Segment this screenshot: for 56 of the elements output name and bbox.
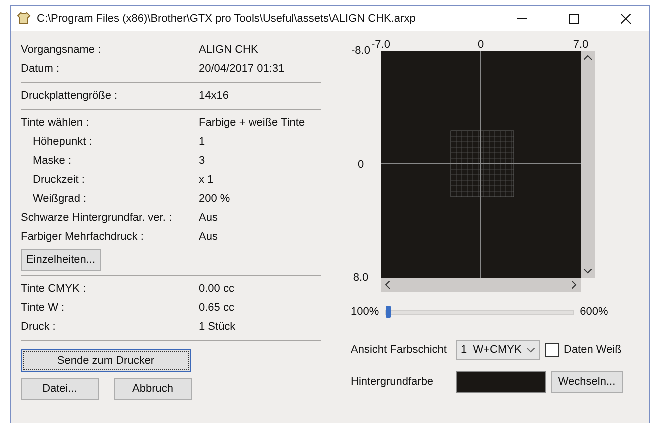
field-label: Farbiger Mehrfachdruck : bbox=[21, 230, 145, 242]
field-label: Tinte W : bbox=[21, 302, 66, 314]
field-label: Vorgangsname : bbox=[21, 44, 102, 56]
field-label: Druck : bbox=[21, 320, 57, 332]
axis-label: 7.0 bbox=[572, 39, 590, 51]
axis-label: 0 bbox=[356, 158, 366, 170]
vertical-scrollbar[interactable] bbox=[581, 51, 595, 278]
layer-dropdown[interactable]: 1 W+CMYK bbox=[456, 340, 540, 360]
checkbox[interactable] bbox=[545, 343, 559, 357]
send-to-printer-button[interactable]: Sende zum Drucker bbox=[21, 349, 191, 372]
field-value: Aus bbox=[199, 230, 219, 242]
details-button[interactable]: Einzelheiten... bbox=[21, 249, 101, 271]
field-value: 0.65 cc bbox=[199, 302, 236, 314]
field-label: Tinte wählen : bbox=[21, 116, 90, 128]
change-button[interactable]: Wechseln... bbox=[551, 371, 623, 393]
field-value: 1 bbox=[199, 136, 206, 148]
field-value: 14x16 bbox=[199, 90, 230, 102]
axis-label: -8.0 bbox=[350, 45, 372, 57]
field-label: Tinte CMYK : bbox=[21, 282, 87, 294]
slider-thumb[interactable] bbox=[386, 306, 392, 318]
field-label: Druckzeit : bbox=[33, 174, 86, 186]
field-label: Maske : bbox=[33, 154, 73, 166]
axis-label: -7.0 bbox=[370, 39, 392, 51]
field-value: x 1 bbox=[199, 174, 215, 186]
close-icon[interactable] bbox=[621, 14, 631, 24]
field-value: 0.00 cc bbox=[199, 282, 236, 294]
chevron-right-icon[interactable] bbox=[572, 281, 577, 289]
window-title: C:\Program Files (x86)\Brother\GTX pro Tools\Useful\assets\ALIGN CHK.arxp bbox=[37, 12, 417, 24]
field-label: Datum : bbox=[21, 62, 61, 74]
horizontal-scrollbar[interactable] bbox=[381, 278, 581, 292]
zoom-max-label: 600% bbox=[580, 306, 608, 318]
background-label: Hintergrundfarbe bbox=[351, 376, 435, 388]
field-label: Höhepunkt : bbox=[33, 136, 94, 148]
field-value: 200 % bbox=[199, 192, 232, 204]
zoom-min-label: 100% bbox=[351, 306, 380, 318]
dialog-button[interactable]: Datei... bbox=[21, 378, 99, 400]
chevron-left-icon[interactable] bbox=[385, 281, 390, 289]
field-value: Aus bbox=[199, 212, 219, 224]
shirt-icon bbox=[17, 12, 31, 25]
layer-label: Ansicht Farbschicht bbox=[351, 344, 448, 356]
field-value: 1 Stück bbox=[199, 320, 237, 332]
field-value: 20/04/2017 01:31 bbox=[199, 62, 286, 74]
maximize-icon[interactable] bbox=[569, 14, 579, 24]
checkbox-label: Daten Weiß bbox=[564, 344, 622, 356]
field-value: Farbige + weiße Tinte bbox=[199, 116, 306, 128]
field-value: ALIGN CHK bbox=[199, 44, 260, 56]
axis-label: 8.0 bbox=[352, 272, 370, 284]
dialog-button[interactable]: Abbruch bbox=[114, 378, 192, 400]
field-label: Druckplattengröße : bbox=[21, 90, 119, 102]
chevron-up-icon[interactable] bbox=[584, 55, 592, 60]
chevron-icon bbox=[527, 348, 535, 352]
axis-label: 0 bbox=[476, 39, 486, 51]
field-label: Weißgrad : bbox=[33, 192, 88, 204]
chevron-down-icon[interactable] bbox=[584, 269, 592, 274]
field-value: 3 bbox=[199, 154, 206, 166]
field-label: Schwarze Hintergrundfar. ver. : bbox=[21, 212, 174, 224]
